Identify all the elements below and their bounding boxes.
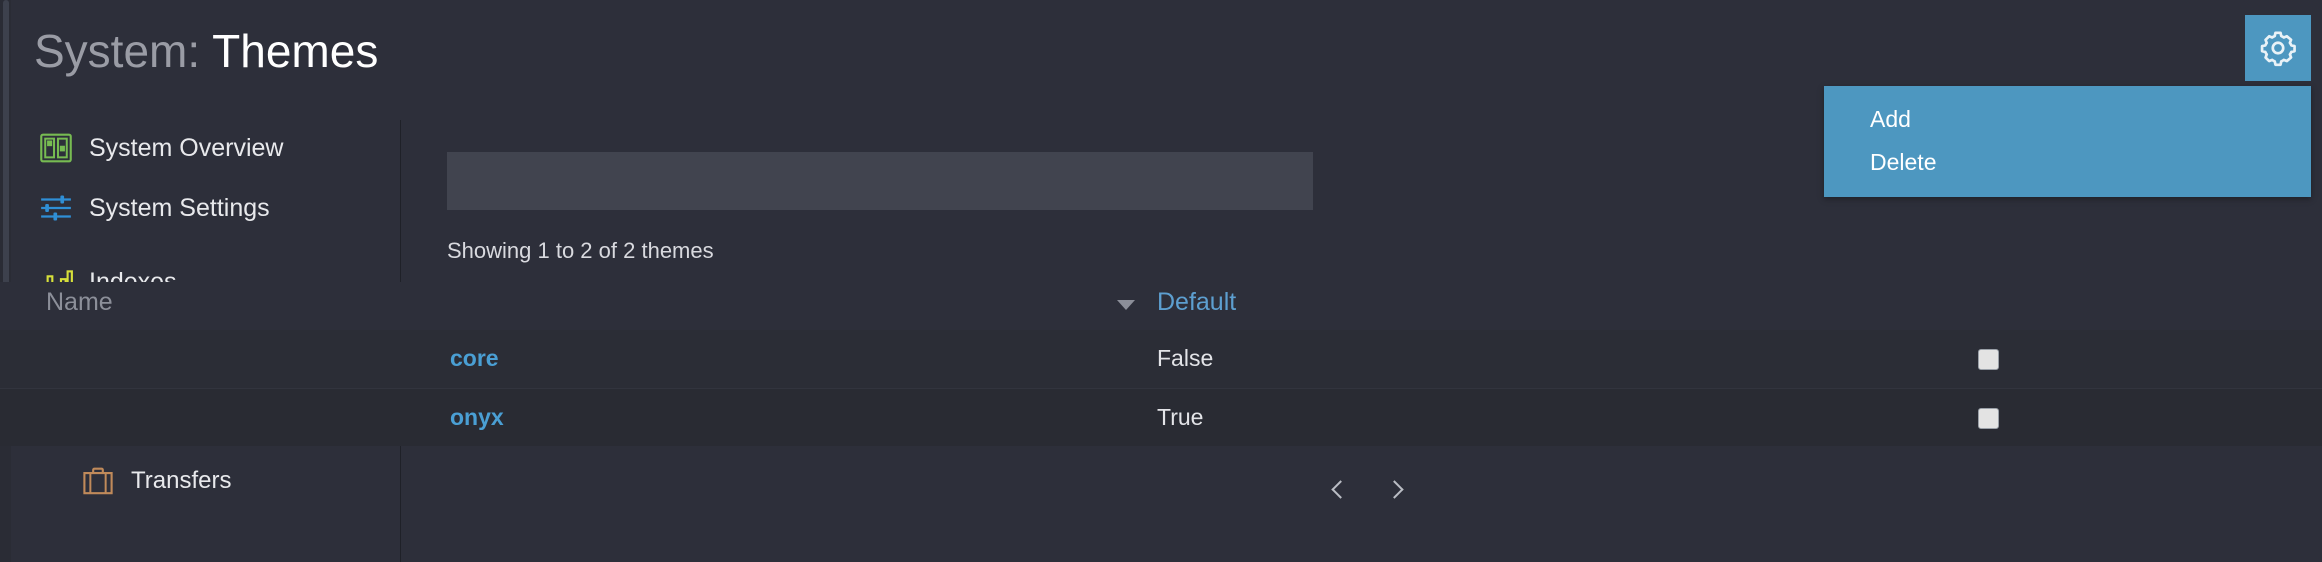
pagination	[1330, 477, 1408, 507]
sidebar-item-label: System Settings	[89, 193, 270, 222]
chevron-left-glyph	[1331, 480, 1350, 499]
chevron-left-icon[interactable]	[1330, 477, 1354, 507]
page-title-prefix: System	[34, 25, 188, 77]
chevron-right-icon[interactable]	[1384, 477, 1408, 507]
table-header-row: Name Default	[0, 282, 2322, 330]
sliders-icon	[35, 188, 77, 228]
menu-item-delete[interactable]: Delete	[1870, 149, 1936, 176]
sidebar-item-system-settings[interactable]: System Settings	[35, 188, 270, 228]
settings-dropdown-menu: Add Delete	[1824, 86, 2311, 197]
theme-name-link[interactable]: onyx	[450, 404, 504, 431]
row-select-checkbox[interactable]	[1978, 349, 1999, 370]
window-scrollbar[interactable]	[0, 0, 11, 562]
briefcase-icon	[77, 461, 119, 501]
dashboard-icon	[35, 128, 77, 168]
chevron-right-glyph	[1385, 480, 1404, 499]
row-select-checkbox[interactable]	[1978, 408, 1999, 429]
settings-gear-button[interactable]	[2245, 15, 2311, 81]
page-title-separator: :	[187, 25, 201, 77]
table-row[interactable]: core False	[0, 330, 2322, 388]
menu-item-add[interactable]: Add	[1870, 106, 1911, 133]
app-root: System: Themes System Overview System Sett…	[0, 0, 2322, 562]
sidebar-item-transfers[interactable]: Transfers	[77, 461, 231, 501]
filter-input[interactable]	[447, 152, 1313, 210]
theme-name-link[interactable]: core	[450, 345, 499, 372]
table-body: core False onyx True	[0, 330, 2322, 446]
gear-icon	[2260, 31, 2296, 67]
caret-down-icon[interactable]	[1117, 300, 1135, 310]
column-header-default[interactable]: Default	[1157, 288, 1236, 317]
showing-count-label: Showing 1 to 2 of 2 themes	[447, 238, 714, 263]
theme-default-value: True	[1157, 404, 1204, 430]
table-row[interactable]: onyx True	[0, 388, 2322, 446]
sidebar-item-system-overview[interactable]: System Overview	[35, 128, 283, 168]
themes-table: Name Default core False onyx True	[0, 282, 2322, 446]
sidebar-item-label: System Overview	[89, 133, 284, 162]
theme-default-value: False	[1157, 345, 1214, 371]
column-header-name[interactable]: Name	[46, 288, 113, 317]
sidebar-item-label: Transfers	[131, 467, 232, 494]
page-title: System: Themes	[34, 24, 378, 78]
page-title-object: Themes	[212, 25, 379, 77]
